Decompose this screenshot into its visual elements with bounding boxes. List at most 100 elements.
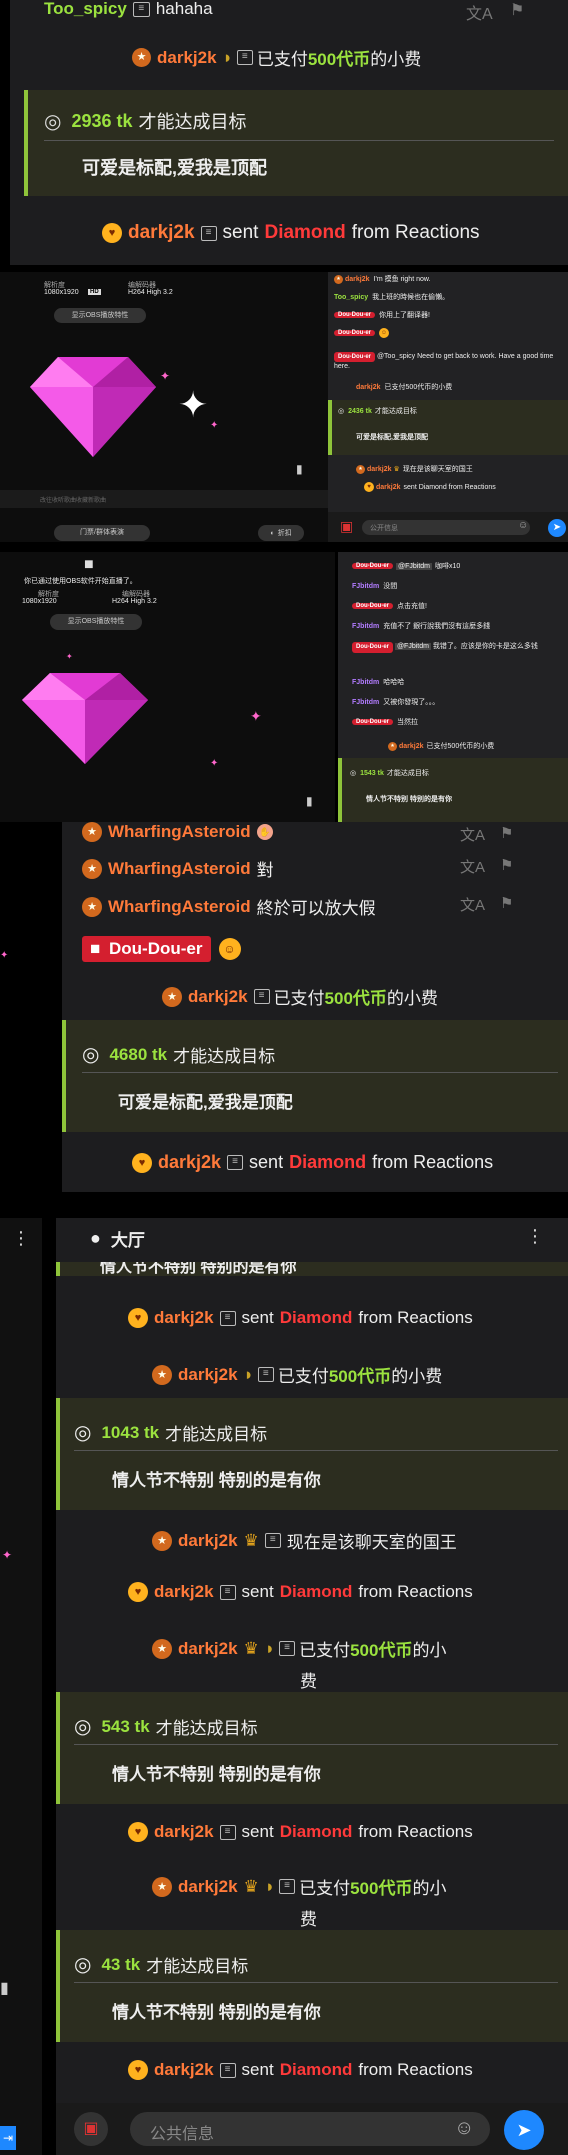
sparkle-icon: ✦	[210, 420, 219, 431]
tip-row: ★ darkj2k ◗ ≡ 已支付 500代币 的小费	[132, 45, 421, 70]
username[interactable]: FJbitdm	[352, 679, 379, 686]
broadcaster-tag[interactable]: Dou-Dou-er	[352, 642, 393, 653]
more-icon[interactable]: ⋮	[526, 1226, 544, 1247]
res-value: 1080x1920	[44, 289, 79, 296]
goal-message: 可爱是标配,爱我是顶配	[118, 1093, 293, 1112]
tip-amount: 500代币	[350, 1879, 413, 1898]
username[interactable]: WharfingAsteroid	[108, 822, 251, 842]
diamond-icon	[22, 673, 148, 764]
username[interactable]: WharfingAsteroid	[108, 897, 251, 917]
username[interactable]: darkj2k	[154, 1822, 214, 1842]
username[interactable]: FJbitdm	[352, 623, 379, 630]
camera-toggle-icon[interactable]: ▮	[0, 1978, 9, 1998]
translate-icon[interactable]: 文A	[460, 824, 485, 845]
username[interactable]: darkj2k	[367, 466, 392, 473]
username[interactable]: darkj2k	[178, 1639, 238, 1659]
goal-box: ◎ 4680 tk 才能达成目标 可爱是标配,爱我是顶配	[62, 1020, 568, 1132]
chat-panel-4: ★ WharfingAsteroid ✋ ★ WharfingAsteroid …	[62, 822, 568, 1192]
username[interactable]: darkj2k	[157, 48, 217, 68]
user-badge-icon: ★	[82, 858, 102, 879]
message-text: 終於可以放大假	[256, 899, 376, 918]
chat-input[interactable]: 公共信息	[130, 2112, 490, 2146]
obs-button[interactable]: 显示OBS播放特性	[54, 308, 146, 323]
gift-item: Diamond	[264, 222, 346, 243]
broadcaster-tag[interactable]: Dou-Dou-er	[334, 352, 375, 362]
sparkle-icon: ✦	[178, 384, 209, 425]
report-icon[interactable]: ⚑	[500, 824, 513, 842]
username[interactable]: darkj2k	[178, 1531, 238, 1551]
report-icon[interactable]: ⚑	[500, 856, 513, 874]
chat-input[interactable]: 公开信息	[362, 520, 530, 535]
username[interactable]: darkj2k	[128, 222, 195, 244]
username[interactable]: Too_spicy	[44, 0, 127, 19]
discount-icon: ◐	[270, 529, 275, 537]
message-text: 你用上了翻译器!	[379, 312, 430, 319]
username[interactable]: darkj2k	[399, 743, 424, 750]
report-icon[interactable]: ⚑	[510, 0, 524, 20]
tip-suffix: 的小费	[370, 50, 422, 69]
gift-sent: sent	[222, 222, 259, 243]
broadcaster-tag[interactable]: Dou-Dou-er	[334, 312, 375, 318]
username[interactable]: darkj2k	[178, 1365, 238, 1385]
broadcaster-tag[interactable]: ■ Dou-Dou-er	[82, 936, 211, 962]
translate-icon[interactable]: 文A	[460, 894, 485, 915]
camera-icon[interactable]: ▮	[296, 462, 303, 476]
emoji-picker-icon[interactable]: ☺	[454, 2117, 474, 2140]
message-text: 点击充值!	[397, 603, 427, 610]
broadcaster-tag[interactable]: Dou-Dou-er	[352, 719, 393, 725]
broadcaster-tag[interactable]: Dou-Dou-er	[352, 603, 393, 609]
username[interactable]: darkj2k	[345, 276, 370, 283]
crown-icon: ♛	[243, 1876, 259, 1896]
goal-message: 情人节不特别 特别的是有你	[112, 1471, 321, 1490]
broadcaster-tag[interactable]: Dou-Dou-er	[352, 563, 393, 569]
message-icon: ≡	[219, 2062, 236, 2078]
hint-bar: 改往收听歌曲收藏新歌曲	[40, 498, 107, 504]
username[interactable]: darkj2k	[154, 1308, 214, 1328]
report-icon[interactable]: ⚑	[500, 894, 513, 912]
goal-box: ◎ 1543 tk 才能达成目标 情人节不特别 特别的是有你	[338, 758, 568, 822]
emoji-picker-icon[interactable]: ☺	[518, 520, 528, 531]
translate-icon[interactable]: 文A	[460, 856, 485, 877]
username[interactable]: WharfingAsteroid	[108, 859, 251, 879]
username[interactable]: FJbitdm	[352, 583, 379, 590]
username[interactable]: darkj2k	[178, 1877, 238, 1897]
translate-icon[interactable]: 文A	[466, 0, 493, 24]
sparkle-icon: ✦	[160, 369, 171, 383]
broadcaster-tag[interactable]: Dou-Dou-er	[334, 330, 375, 336]
user-badge-icon: ★	[82, 822, 102, 842]
username[interactable]: darkj2k	[154, 2060, 214, 2080]
gift-item: Diamond	[279, 1582, 353, 1601]
username[interactable]: darkj2k	[154, 1582, 214, 1602]
username[interactable]: Too_spicy	[334, 294, 368, 301]
exit-button[interactable]: ⇥	[0, 2126, 16, 2150]
tip-amount: 500代币	[324, 989, 387, 1008]
username[interactable]: darkj2k	[188, 987, 248, 1007]
user-badge-icon: ★	[152, 1638, 172, 1659]
tip-suffix: 的小	[412, 1641, 447, 1660]
send-button[interactable]: ➤	[504, 2110, 544, 2150]
message-icon: ≡	[219, 1310, 236, 1326]
obs-button[interactable]: 显示OBS播放特性	[50, 614, 142, 630]
message-icon: ≡	[279, 1879, 296, 1894]
send-icon[interactable]: ➤	[548, 519, 566, 537]
gift-item: Diamond	[279, 2060, 353, 2079]
crown-icon: ♛	[243, 1530, 259, 1550]
codec-value: H264 High 3.2	[112, 598, 157, 605]
message-text: hahaha	[155, 0, 213, 18]
broadcaster-name: Dou-Dou-er	[109, 939, 203, 958]
gift-box-icon[interactable]: ▣	[74, 2112, 108, 2146]
goal-target-icon: ◎	[74, 1716, 92, 1738]
gift-box-icon[interactable]: ▣	[340, 518, 353, 535]
username[interactable]: darkj2k	[158, 1152, 221, 1173]
message-icon: ≡	[257, 1367, 274, 1382]
more-icon[interactable]: ⋮	[12, 1228, 30, 1249]
gift-item: Diamond	[279, 1822, 353, 1841]
ticket-button[interactable]: 门票/群体表演	[54, 525, 150, 541]
gift-from: from Reactions	[372, 1152, 494, 1172]
username[interactable]: darkj2k	[376, 484, 401, 491]
username[interactable]: darkj2k	[356, 384, 381, 391]
username[interactable]: FJbitdm	[352, 699, 379, 706]
discount-button[interactable]: ◐ 折扣	[258, 525, 304, 541]
camera-toggle-icon[interactable]: ▮	[306, 794, 313, 808]
goal-box: ◎ 2936 tk 才能达成目标 可爱是标配,爱我是顶配	[24, 90, 568, 196]
